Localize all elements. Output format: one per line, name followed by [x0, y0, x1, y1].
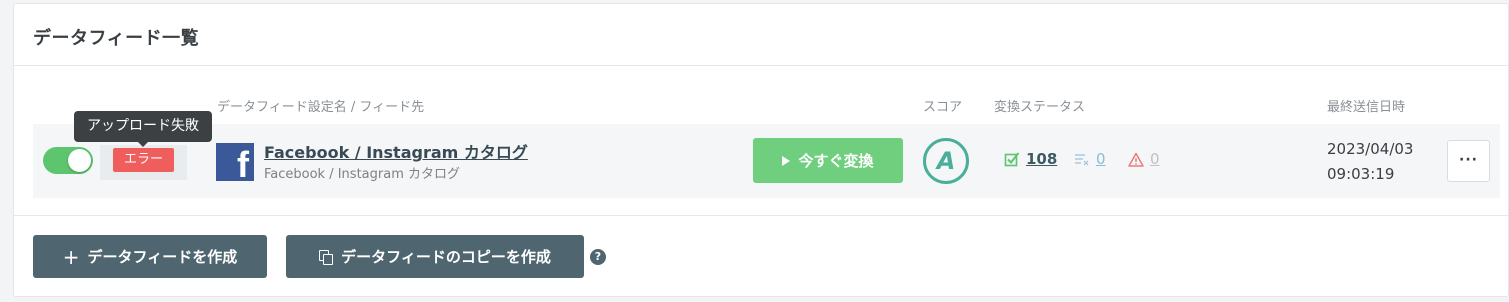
upload-failed-tooltip: アップロード失敗 [74, 111, 212, 142]
plus-icon: + [62, 244, 80, 269]
tooltip-arrow [137, 141, 149, 147]
copy-datafeed-label: データフィードのコピーを作成 [341, 248, 551, 266]
stat-warning[interactable]: 0 [1128, 150, 1160, 168]
copy-datafeed-button[interactable]: データフィードのコピーを作成 [286, 235, 584, 278]
warning-icon [1128, 152, 1144, 167]
facebook-icon: f [216, 143, 254, 185]
stat-warning-count: 0 [1150, 150, 1160, 168]
create-datafeed-button[interactable]: + データフィードを作成 [33, 235, 267, 278]
stat-skipped-count: 0 [1096, 150, 1106, 168]
more-options-button[interactable]: ··· [1447, 140, 1490, 182]
score-badge: A [923, 138, 969, 184]
feed-enabled-toggle[interactable] [43, 147, 93, 174]
last-sent-time: 09:03:19 [1327, 165, 1395, 183]
column-header-last-sent: 最終送信日時 [1327, 100, 1406, 115]
play-icon [782, 155, 791, 166]
check-icon [1004, 152, 1020, 167]
stat-success-count: 108 [1026, 150, 1058, 168]
help-icon[interactable]: ? [590, 249, 606, 265]
divider [14, 215, 1508, 216]
convert-now-label: 今すぐ変換 [798, 152, 874, 170]
skip-list-icon [1075, 154, 1089, 166]
copy-icon [319, 249, 334, 265]
convert-now-button[interactable]: 今すぐ変換 [753, 138, 903, 183]
column-header-score: スコア [923, 100, 963, 115]
column-header-convert-status: 変換ステータス [994, 100, 1086, 115]
create-datafeed-label: データフィードを作成 [87, 248, 238, 266]
last-sent-date: 2023/04/03 [1327, 140, 1414, 158]
feed-name-link[interactable]: Facebook / Instagram カタログ [264, 139, 528, 163]
column-header-feed-setting: データフィード設定名 / フィード先 [217, 100, 425, 115]
stat-success[interactable]: 108 [1004, 150, 1057, 168]
feed-destination: Facebook / Instagram カタログ [264, 167, 460, 182]
divider [14, 65, 1508, 66]
panel-title: データフィード一覧 [33, 28, 200, 49]
stat-skipped[interactable]: 0 [1074, 150, 1106, 168]
last-sent-datetime: 2023/04/03 09:03:19 [1327, 137, 1413, 187]
error-status-badge[interactable]: エラー [113, 148, 174, 172]
toggle-knob [68, 149, 91, 172]
